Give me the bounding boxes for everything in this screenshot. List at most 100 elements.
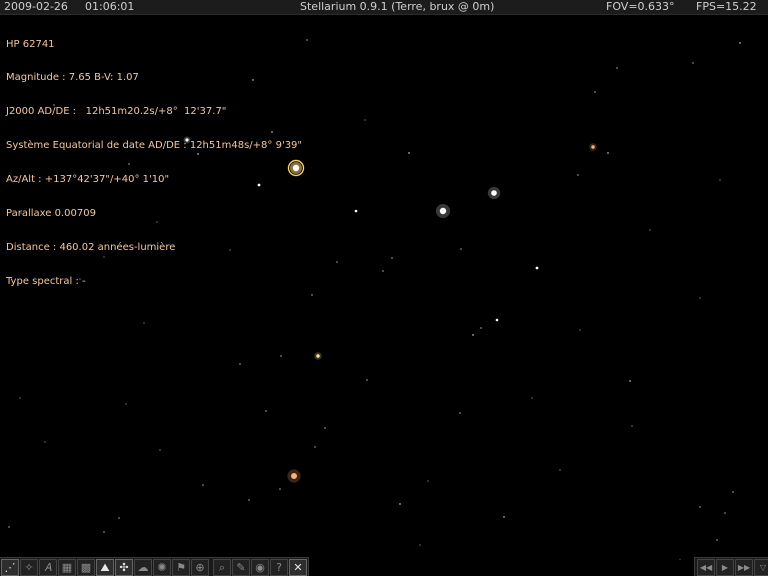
star[interactable] — [382, 270, 384, 272]
atmosphere-button[interactable]: ☁ — [134, 559, 152, 576]
quit-button[interactable]: ✕ — [289, 559, 307, 576]
star-parallax: Parallaxe 0.00709 — [6, 208, 96, 220]
star[interactable] — [591, 145, 595, 149]
star[interactable] — [311, 294, 313, 296]
star[interactable] — [291, 473, 297, 479]
equatorial-grid-icon: ▦ — [61, 561, 73, 574]
star[interactable] — [631, 425, 633, 427]
star[interactable] — [324, 427, 326, 429]
star[interactable] — [559, 469, 561, 471]
star[interactable] — [535, 266, 539, 270]
star[interactable] — [616, 67, 618, 69]
star[interactable] — [336, 261, 338, 263]
realtime-icon: ▽ — [759, 563, 767, 572]
star[interactable] — [314, 446, 316, 448]
fov-label: FOV=0.633° — [606, 0, 675, 13]
star[interactable] — [202, 484, 204, 486]
star[interactable] — [531, 397, 533, 399]
star[interactable] — [594, 91, 596, 93]
planet-labels-icon: ⚑ — [176, 561, 186, 574]
configuration-button[interactable]: ✎ — [232, 559, 250, 576]
star[interactable] — [280, 355, 282, 357]
constellation-names-button[interactable]: 𝛢 — [39, 559, 57, 576]
star[interactable] — [472, 334, 474, 336]
play-button[interactable]: ▶ — [716, 559, 734, 576]
star[interactable] — [439, 207, 447, 215]
star[interactable] — [103, 531, 105, 533]
star[interactable] — [503, 516, 505, 518]
star[interactable] — [19, 397, 21, 399]
nebulae-button[interactable]: ✺ — [153, 559, 171, 576]
star[interactable] — [491, 190, 497, 196]
star[interactable] — [391, 257, 393, 259]
planet-labels-button[interactable]: ⚑ — [172, 559, 190, 576]
equatorial-grid-button[interactable]: ▦ — [58, 559, 76, 576]
star[interactable] — [143, 322, 145, 324]
star[interactable] — [495, 318, 499, 322]
star[interactable] — [692, 62, 694, 64]
star[interactable] — [44, 441, 46, 443]
star[interactable] — [679, 559, 681, 561]
status-bar: 2009-02-26 01:06:01 Stellarium 0.9.1 (Te… — [0, 0, 768, 15]
star[interactable] — [649, 229, 651, 231]
star[interactable] — [739, 42, 741, 44]
star[interactable] — [719, 179, 721, 181]
star-az-alt: Az/Alt : +137°42'37"/+40° 1'10" — [6, 174, 170, 186]
star[interactable] — [427, 480, 429, 482]
configuration-icon: ✎ — [236, 561, 246, 574]
star[interactable] — [399, 503, 401, 505]
rewind-icon: ◀◀ — [699, 563, 713, 572]
constellation-art-icon: ✧ — [24, 561, 34, 574]
search-button[interactable]: ⌕ — [213, 559, 231, 576]
star-j2000: J2000 AD/DE : 12h51m20.2s/+8° 12'37.7" — [6, 106, 227, 118]
star[interactable] — [480, 327, 482, 329]
azimuthal-grid-button[interactable]: ▩ — [77, 559, 95, 576]
star[interactable] — [118, 517, 120, 519]
star[interactable] — [125, 403, 127, 405]
star[interactable] — [607, 152, 609, 154]
star[interactable] — [306, 39, 308, 41]
time-label: 01:06:01 — [85, 0, 135, 13]
star[interactable] — [265, 410, 267, 412]
star[interactable] — [239, 363, 241, 365]
star[interactable] — [459, 412, 461, 414]
star[interactable] — [354, 209, 358, 213]
constellation-lines-button[interactable]: ⋰ — [1, 559, 19, 576]
cardinal-points-button[interactable]: ✣ — [115, 559, 133, 576]
star[interactable] — [579, 329, 581, 331]
fast-forward-button[interactable]: ▶▶ — [735, 559, 753, 576]
star[interactable] — [159, 449, 161, 451]
star[interactable] — [716, 539, 718, 541]
star-distance: Distance : 460.02 années-lumière — [6, 241, 176, 253]
star[interactable] — [8, 526, 10, 528]
selected-object-info: HP 62741 Magnitude : 7.65 B-V: 1.07 J200… — [6, 16, 302, 310]
cardinal-points-icon: ✣ — [119, 561, 129, 574]
star[interactable] — [629, 380, 631, 382]
ground-button[interactable]: ⛰ — [96, 559, 114, 576]
star[interactable] — [248, 499, 250, 501]
fast-forward-icon: ▶▶ — [737, 563, 751, 572]
star[interactable] — [316, 354, 320, 358]
equatorial-mount-button[interactable]: ⊕ — [191, 559, 209, 576]
star[interactable] — [366, 379, 368, 381]
quit-icon: ✕ — [293, 561, 303, 574]
star-spectral: Type spectral : - — [6, 275, 86, 287]
rewind-button[interactable]: ◀◀ — [697, 559, 715, 576]
constellation-art-button[interactable]: ✧ — [20, 559, 38, 576]
star[interactable] — [460, 248, 462, 250]
star-name: HP 62741 — [6, 38, 55, 50]
night-mode-button[interactable]: ◉ — [251, 559, 269, 576]
star[interactable] — [732, 491, 734, 493]
star[interactable] — [699, 297, 701, 299]
star[interactable] — [699, 506, 701, 508]
star[interactable] — [364, 119, 366, 121]
help-button[interactable]: ? — [270, 559, 288, 576]
ground-icon: ⛰ — [100, 561, 110, 574]
star[interactable] — [279, 488, 281, 490]
star[interactable] — [408, 152, 410, 154]
star[interactable] — [419, 544, 421, 546]
date-label: 2009-02-26 — [4, 0, 68, 13]
star[interactable] — [577, 174, 579, 176]
realtime-button[interactable]: ▽ — [754, 559, 768, 576]
star[interactable] — [724, 512, 726, 514]
